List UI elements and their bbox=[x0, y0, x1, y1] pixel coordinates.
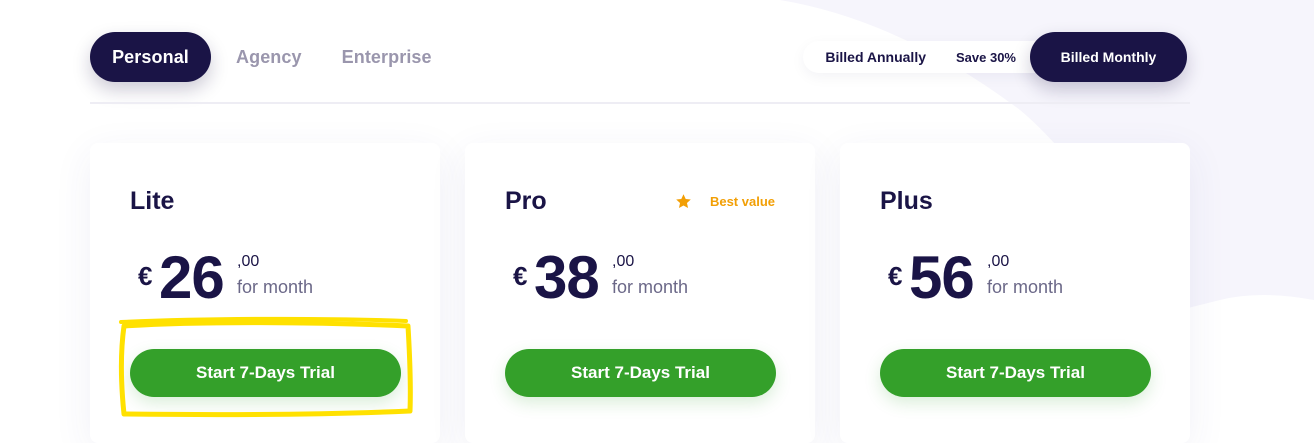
plan-card-pro: Pro Best value € 38 ,00 for month Start … bbox=[465, 143, 815, 443]
price-period: for month bbox=[237, 277, 314, 297]
start-trial-button-lite[interactable]: Start 7-Days Trial bbox=[130, 349, 401, 397]
price-amount: 38 bbox=[534, 244, 600, 311]
price-amount: 56 bbox=[909, 244, 975, 311]
price-period: for month bbox=[612, 277, 689, 297]
plan-tabs: Personal Agency Enterprise bbox=[90, 32, 432, 82]
tab-enterprise[interactable]: Enterprise bbox=[342, 32, 432, 82]
save-badge: Save 30% bbox=[956, 49, 1016, 65]
plan-name: Plus bbox=[880, 187, 933, 215]
billing-toggle: Billed Annually Save 30% Billed Monthly bbox=[803, 32, 1187, 82]
tabs-divider bbox=[90, 102, 1190, 104]
price-amount: 26 bbox=[159, 244, 225, 311]
star-icon bbox=[676, 194, 691, 209]
best-value-label: Best value bbox=[709, 194, 775, 209]
price-currency: € bbox=[888, 261, 903, 291]
plan-card-lite: Lite € 26 ,00 for month Start 7-Days Tri… bbox=[90, 143, 440, 443]
best-value-badge: Best value bbox=[675, 193, 775, 210]
billed-monthly-option[interactable]: Billed Monthly bbox=[1030, 32, 1187, 82]
start-trial-button-pro[interactable]: Start 7-Days Trial bbox=[505, 349, 776, 397]
plan-name: Lite bbox=[130, 187, 175, 215]
start-trial-button-plus[interactable]: Start 7-Days Trial bbox=[880, 349, 1151, 397]
plan-name: Pro bbox=[505, 187, 547, 215]
billing-annual-pill: Billed Annually Save 30% bbox=[803, 41, 1056, 73]
billed-annually-option[interactable]: Billed Annually bbox=[825, 49, 926, 65]
price-currency: € bbox=[513, 261, 528, 291]
price-currency: € bbox=[138, 261, 153, 291]
price-cents: ,00 bbox=[612, 253, 635, 270]
price-cents: ,00 bbox=[237, 253, 260, 270]
tab-agency[interactable]: Agency bbox=[236, 32, 302, 82]
tab-personal[interactable]: Personal bbox=[90, 32, 211, 82]
plan-card-plus: Plus € 56 ,00 for month Start 7-Days Tri… bbox=[840, 143, 1190, 443]
price-period: for month bbox=[987, 277, 1064, 297]
price-cents: ,00 bbox=[987, 253, 1010, 270]
